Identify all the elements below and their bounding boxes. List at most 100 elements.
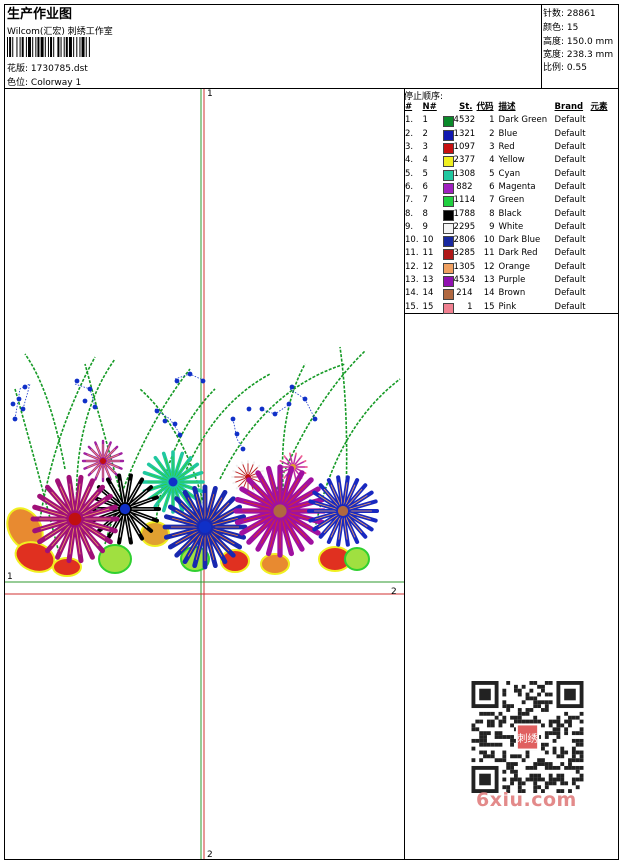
row-brand: Default [554,195,586,206]
color-swatch [442,289,454,301]
colorway-name: Colorway 1 [30,78,82,88]
watermark-site: 6xiu.com [476,789,577,811]
row-stitches: 2377 [441,154,475,168]
row-stitches: 1308 [441,167,475,181]
row-index: 13. [405,275,419,285]
row-stitches: 1321 [441,128,475,141]
row-index: 10. [405,235,419,246]
row-needle: 9 [422,221,428,232]
row-element [589,234,610,247]
row-stitches: 2806 [441,234,475,248]
row-code: 13 [483,275,495,285]
row-code: 2 [489,128,495,139]
row-description: Dark Green [498,115,548,126]
row-brand: Default [554,235,586,246]
row-description: White [498,221,524,232]
row-description: Pink [498,301,517,312]
row-code: 7 [489,195,495,206]
row-stitches: 1 [441,300,475,314]
color-swatch [442,249,454,261]
color-row: 6. 6 882 6 Magenta Default [403,181,610,194]
row-brand: Default [554,115,586,126]
row-description: Orange [498,261,530,272]
design-line: 花版: 1730785.dst [7,61,88,74]
row-code: 6 [489,181,495,192]
color-row: 13. 13 4534 13 Purple Default [403,274,610,287]
color-row: 11. 11 3285 11 Dark Red Default [403,247,610,261]
row-brand: Default [554,208,586,219]
row-stitches: 1788 [441,207,475,221]
flowers-layer [30,439,380,570]
color-swatch [442,156,454,168]
row-code: 5 [489,168,495,179]
row-stitches: 2295 [441,221,475,234]
axis-label-left: 1 [7,572,13,582]
row-element [589,181,610,194]
row-code: 1 [489,115,495,126]
row-code: 11 [483,248,495,259]
row-brand: Default [554,221,586,232]
row-code: 12 [483,261,495,272]
row-element [589,287,610,300]
row-needle: 5 [422,168,428,179]
col-index: # [405,102,413,113]
stats-divider [541,4,542,88]
color-row: 2. 2 1321 2 Blue Default [403,128,610,141]
row-index: 3. [405,142,414,153]
row-stitches: 4532 [441,114,475,128]
col-element: 元素 [590,102,608,113]
row-stitches: 4534 [441,274,475,287]
studio-name: Wilcom(汇宏) 刺绣工作室 [7,27,113,37]
barcode [7,37,90,57]
row-description: Red [498,142,515,153]
row-element [589,194,610,207]
outer-border-right [618,4,619,860]
row-index: 12. [405,261,419,272]
qr-center-text: 刺绣 [517,732,537,745]
row-index: 2. [405,128,414,139]
color-swatch [442,182,454,194]
color-swatch [442,169,454,181]
color-swatch [442,262,454,274]
row-code: 14 [483,288,495,299]
row-element [589,221,610,234]
col-description: 描述 [498,102,516,113]
row-index: 14. [405,288,419,299]
row-description: Brown [498,288,526,299]
row-element [589,207,610,220]
qr-code: 刺绣 [471,681,584,793]
stat-scale: 比例: 0.55 [543,63,587,73]
color-row: 7. 7 1114 7 Green Default [403,194,610,208]
stat-height: 高度: 150.0 mm [543,37,614,47]
color-row: 4. 4 2377 4 Yellow Default [403,154,610,168]
row-element [589,261,610,274]
row-needle: 13 [422,275,434,285]
flower [162,484,248,570]
color-row: 10. 10 2806 10 Dark Blue Default [403,234,610,248]
page-title: 生产作业图 [7,7,73,22]
colorway-label: 色位: [7,78,29,88]
row-needle: 12 [422,261,434,272]
color-row: 8. 8 1788 8 Black Default [403,207,610,221]
row-index: 8. [405,208,414,219]
row-code: 8 [489,208,495,219]
row-needle: 11 [422,248,434,259]
row-index: 6. [405,181,414,192]
row-brand: Default [554,248,586,259]
row-stitches: 1305 [441,261,475,274]
col-code: 代码 [476,102,494,113]
row-element [589,114,610,127]
row-needle: 7 [422,195,428,206]
color-swatch [442,222,454,234]
outer-border-bottom [4,859,619,860]
axis-label-top: 1 [207,89,213,99]
row-brand: Default [554,288,586,299]
row-brand: Default [554,181,586,192]
row-brand: Default [554,301,586,312]
color-swatch [442,209,454,221]
row-stitches: 882 [441,181,475,194]
row-element [589,154,610,167]
row-description: Blue [498,128,518,139]
row-index: 7. [405,195,414,206]
row-description: Dark Blue [498,235,541,246]
